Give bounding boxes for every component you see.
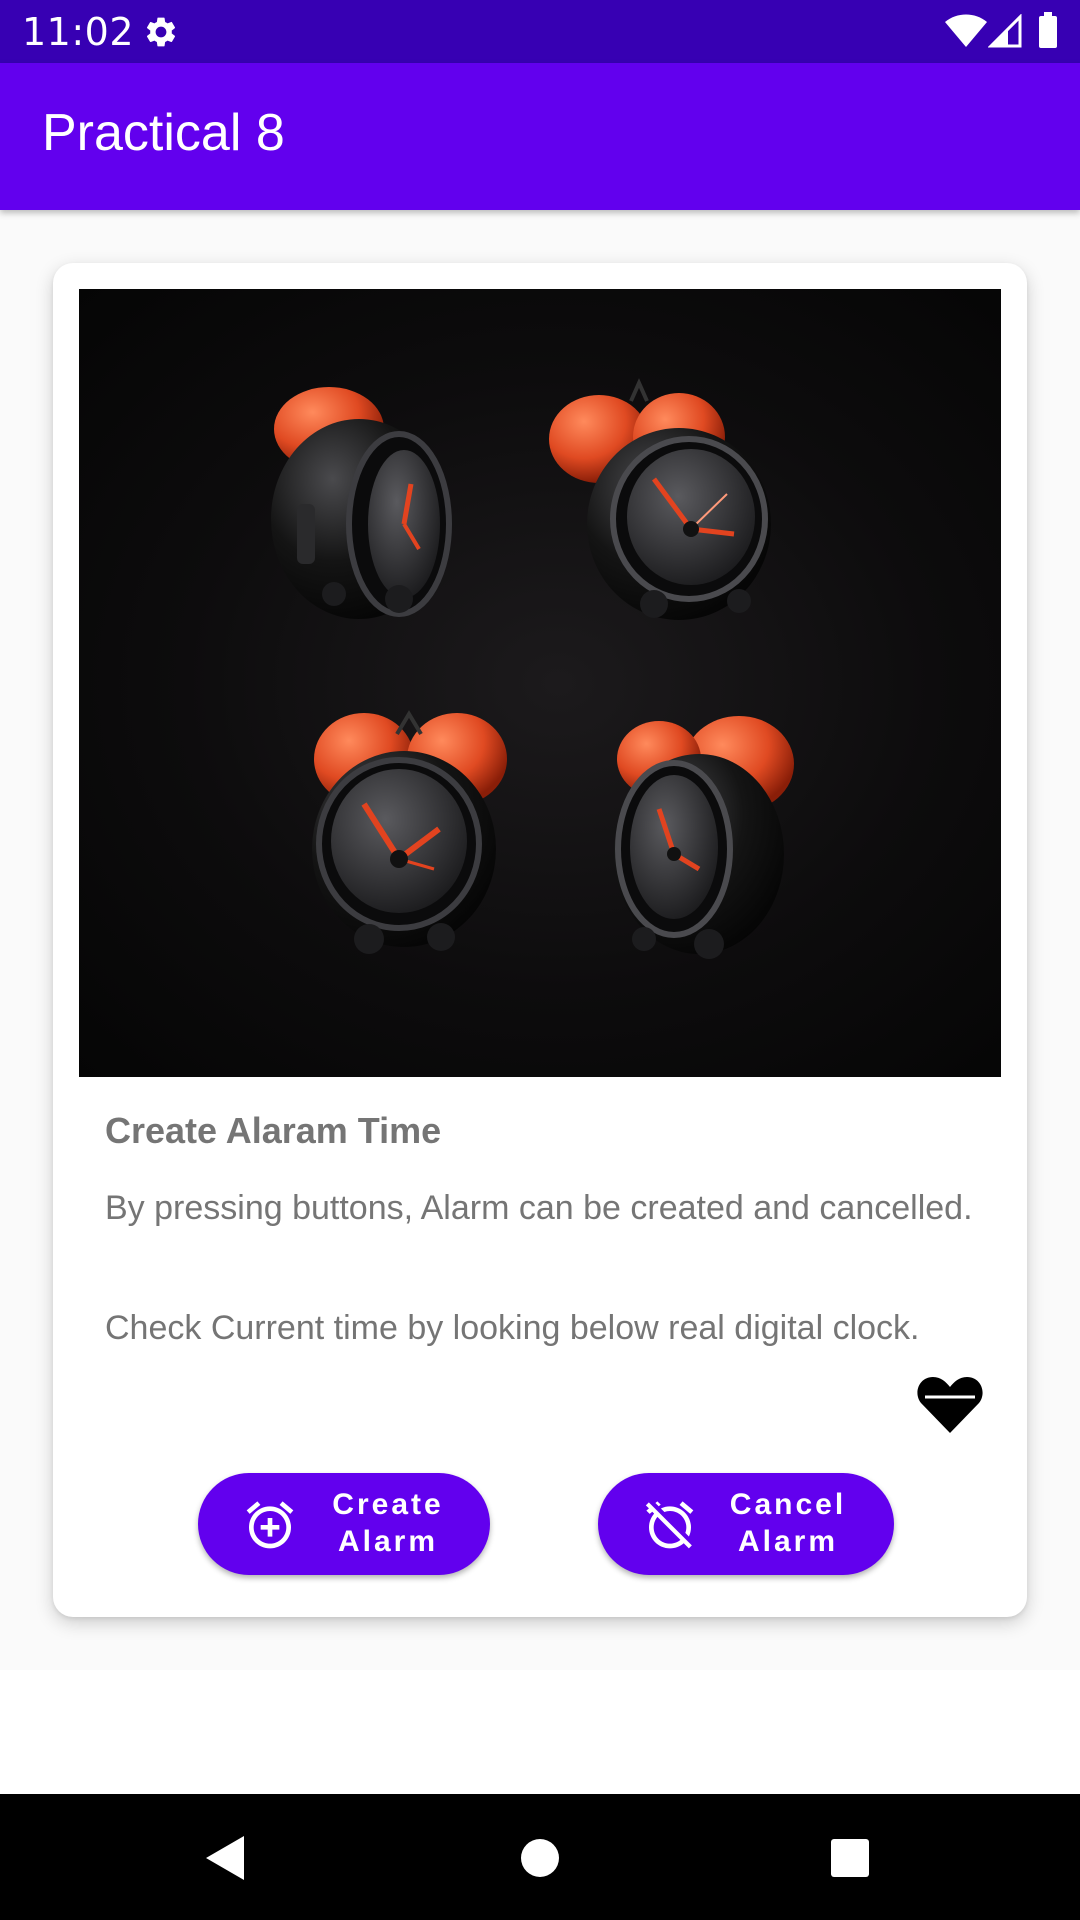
create-alarm-button[interactable]: Create Alarm [198,1473,490,1575]
signal-icon [987,13,1022,48]
app-title: Practical 8 [42,104,285,162]
home-icon[interactable] [520,1838,560,1878]
status-time: 11:02 [22,10,135,54]
battery-icon [1038,12,1058,48]
wifi-icon [944,14,988,48]
cancel-alarm-label: Cancel Alarm [729,1488,847,1558]
cancel-alarm-button[interactable]: Cancel Alarm [598,1473,894,1575]
heart-icon[interactable] [915,1373,985,1437]
alarm-add-icon [242,1497,298,1553]
status-bar: 11:02 [0,0,1080,63]
gear-icon [143,14,179,50]
navigation-bar [0,1794,1080,1920]
back-icon[interactable] [204,1834,246,1882]
recents-icon[interactable] [830,1838,870,1878]
create-alarm-label: Create Alarm [332,1488,444,1558]
alarm-clocks-image [79,289,1001,1077]
alarm-card [53,263,1027,1617]
app-bar: Practical 8 [0,63,1080,210]
card-title-text: Create Alaram Time [105,1110,442,1151]
card-note: Check Current time by looking below real… [105,1309,920,1347]
alarm-off-icon [642,1497,698,1553]
card-description: By pressing buttons, Alarm can be create… [105,1189,973,1227]
